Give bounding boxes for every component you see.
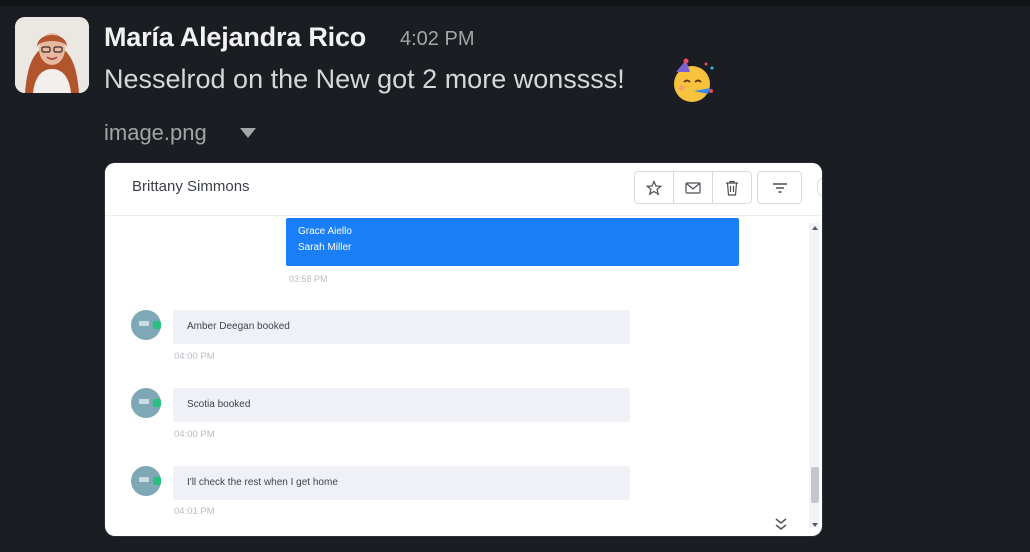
attachment-filename[interactable]: image.png (104, 120, 207, 146)
message-text: Nesselrod on the New got 2 more wonssss! (104, 64, 625, 94)
outgoing-line: Sarah Miller (298, 242, 352, 253)
scrollbar-thumb (811, 467, 819, 503)
contact-avatar (131, 388, 161, 418)
avatar[interactable] (15, 17, 89, 93)
message-timestamp[interactable]: 4:02 PM (400, 28, 474, 51)
incoming-text: Scotia booked (187, 399, 251, 410)
incoming-timestamp: 04:00 PM (174, 429, 215, 440)
incoming-bubble: Scotia booked (173, 388, 630, 422)
incoming-timestamp: 04:00 PM (174, 351, 215, 362)
scroll-down-icon (812, 523, 818, 527)
filter-icon (757, 171, 802, 204)
incoming-text: I'll check the rest when I get home (187, 477, 338, 488)
screenshot-header: Brittany Simmons (105, 163, 822, 216)
contact-name: Brittany Simmons (132, 178, 250, 195)
sender-name[interactable]: María Alejandra Rico (104, 22, 366, 53)
scroll-up-icon (812, 226, 818, 230)
top-divider (0, 0, 1030, 6)
chevron-down-icon[interactable] (238, 126, 258, 140)
incoming-bubble: I'll check the rest when I get home (173, 466, 630, 500)
online-dot-icon (153, 477, 161, 485)
incoming-bubble: Amber Deegan booked (173, 310, 630, 344)
double-chevron-down-icon (773, 517, 789, 531)
incoming-text: Amber Deegan booked (187, 321, 290, 332)
contact-avatar (131, 466, 161, 496)
outgoing-line: Grace Aiello (298, 226, 352, 237)
image-attachment[interactable]: Brittany Simmons Grace Aiello Sarah Mill… (105, 163, 822, 536)
incoming-timestamp: 04:01 PM (174, 506, 215, 517)
outgoing-timestamp: 03:58 PM (289, 274, 328, 284)
contact-avatar (131, 310, 161, 340)
more-button-partial (817, 177, 822, 197)
outgoing-bubble: Grace Aiello Sarah Miller (286, 218, 739, 266)
chat-message: María Alejandra Rico 4:02 PM Nesselrod o… (0, 0, 1030, 552)
star-icon (635, 172, 673, 203)
toolbar-group (634, 171, 752, 204)
online-dot-icon (153, 399, 161, 407)
trash-icon (712, 172, 751, 203)
online-dot-icon (153, 321, 161, 329)
partying-face-icon (670, 58, 718, 104)
mail-icon (673, 172, 712, 203)
